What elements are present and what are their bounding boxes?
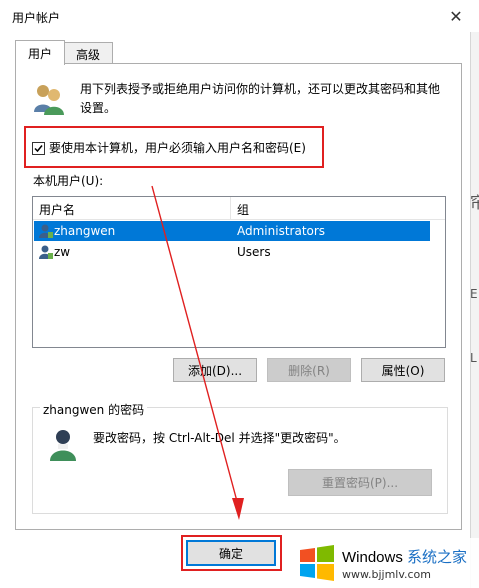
watermark-url: www.bjjmlv.com	[342, 568, 431, 581]
windows-logo-icon	[300, 545, 334, 581]
tab-label: 用户	[27, 46, 52, 61]
watermark-site-name: 系统之家	[407, 549, 468, 566]
watermark: Windows 系统之家 www.bjjmlv.com	[290, 538, 479, 588]
annotation-arrow	[151, 185, 244, 520]
watermark-brand: Windows 系统之家	[342, 546, 467, 567]
tab-users[interactable]: 用户	[15, 40, 65, 65]
watermark-brand-text: Windows	[342, 549, 403, 566]
